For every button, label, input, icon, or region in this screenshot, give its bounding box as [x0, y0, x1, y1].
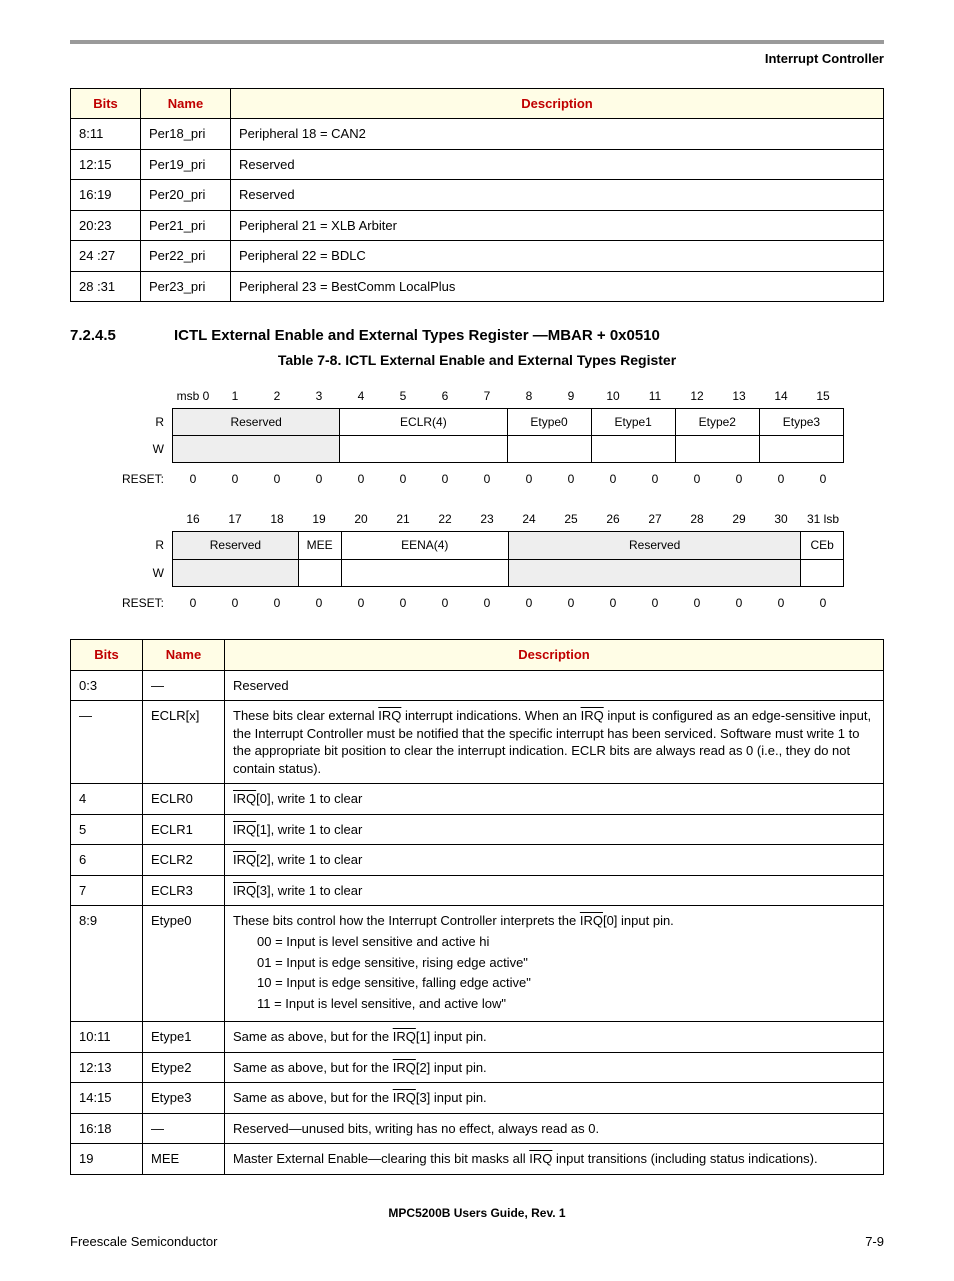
col-name: Name — [143, 640, 225, 671]
table-row: 6ECLR2IRQ[2], write 1 to clear — [71, 845, 884, 876]
table-row: 4ECLR0IRQ[0], write 1 to clear — [71, 784, 884, 815]
table-row: 10:11Etype1Same as above, but for the IR… — [71, 1022, 884, 1053]
table-row: 5ECLR1IRQ[1], write 1 to clear — [71, 814, 884, 845]
col-name: Name — [141, 88, 231, 119]
table-row: 24 :27Per22_priPeripheral 22 = BDLC — [71, 241, 884, 272]
table-row: 12:13Etype2Same as above, but for the IR… — [71, 1052, 884, 1083]
reset-label: RESET: — [110, 471, 172, 487]
top-rule — [70, 40, 884, 44]
footer-title: MPC5200B Users Guide, Rev. 1 — [70, 1205, 884, 1221]
footer-row: Freescale Semiconductor 7-9 — [70, 1233, 884, 1251]
bitfield-low: 16171819202122232425262728293031 lsb RRe… — [110, 507, 844, 615]
peripheral-table: Bits Name Description 8:11Per18_priPerip… — [70, 88, 884, 303]
table-row: 14:15Etype3Same as above, but for the IR… — [71, 1083, 884, 1114]
row-r: R — [110, 414, 172, 430]
row-r: R — [110, 537, 172, 553]
footer-left: Freescale Semiconductor — [70, 1233, 217, 1251]
table-row: —ECLR[x]These bits clear external IRQ in… — [71, 701, 884, 784]
table-row: 7ECLR3IRQ[3], write 1 to clear — [71, 875, 884, 906]
row-w: W — [110, 441, 172, 457]
table-row: 12:15Per19_priReserved — [71, 149, 884, 180]
table-row: 28 :31Per23_priPeripheral 23 = BestComm … — [71, 271, 884, 302]
col-desc: Description — [225, 640, 884, 671]
table-row: 0:3—Reserved — [71, 670, 884, 701]
col-desc: Description — [231, 88, 884, 119]
table-row: 19MEEMaster External Enable—clearing thi… — [71, 1144, 884, 1175]
table-row: 20:23Per21_priPeripheral 21 = XLB Arbite… — [71, 210, 884, 241]
table-row: 8:9Etype0These bits control how the Inte… — [71, 906, 884, 1022]
table-row: 16:18—Reserved—unused bits, writing has … — [71, 1113, 884, 1144]
footer-right: 7-9 — [865, 1233, 884, 1251]
col-bits: Bits — [71, 88, 141, 119]
table-row: 8:11Per18_priPeripheral 18 = CAN2 — [71, 119, 884, 150]
row-w: W — [110, 565, 172, 581]
table-row: 16:19Per20_priReserved — [71, 180, 884, 211]
section-header: Interrupt Controller — [70, 50, 884, 68]
section-title: ICTL External Enable and External Types … — [174, 326, 660, 346]
section-heading: 7.2.4.5 ICTL External Enable and Externa… — [70, 326, 884, 346]
section-number: 7.2.4.5 — [70, 326, 150, 346]
col-bits: Bits — [71, 640, 143, 671]
bitfield-high: msb 0123456789101112131415 RReservedECLR… — [110, 384, 844, 492]
table-caption: Table 7-8. ICTL External Enable and Exte… — [70, 351, 884, 370]
field-desc-table: Bits Name Description 0:3—Reserved—ECLR[… — [70, 639, 884, 1175]
reset-label: RESET: — [110, 595, 172, 611]
